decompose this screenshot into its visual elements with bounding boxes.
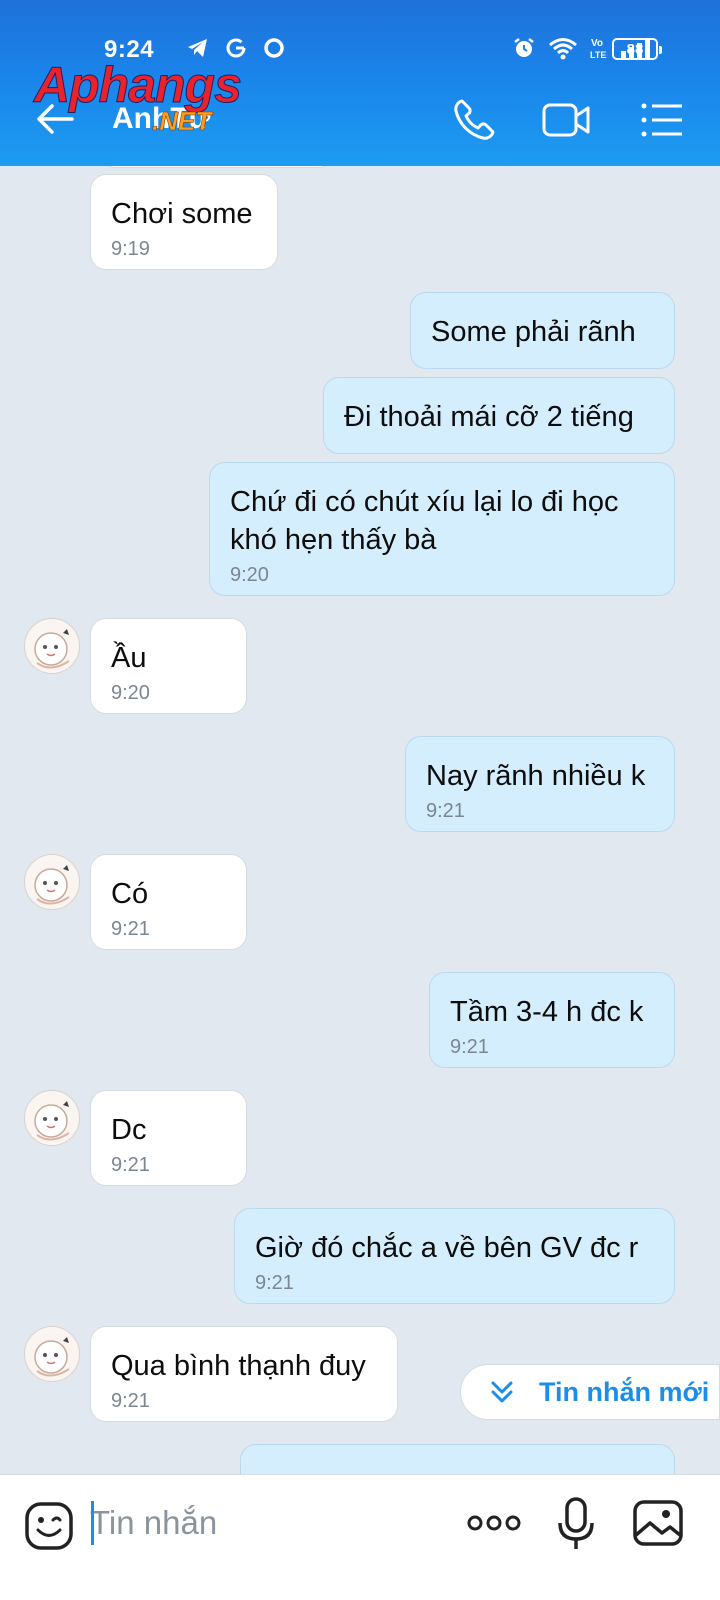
message-bubble-incoming[interactable]: Dc 9:21 bbox=[90, 1090, 247, 1186]
new-messages-button[interactable]: Tin nhắn mới bbox=[460, 1364, 720, 1420]
message-bubble-incoming[interactable]: Qua bình thạnh đuy 9:21 bbox=[90, 1326, 398, 1422]
message-bubble-partial bbox=[240, 1444, 675, 1474]
message-bubble-incoming[interactable]: Có 9:21 bbox=[90, 854, 247, 950]
message-text: Có bbox=[111, 878, 149, 910]
message-time: 9:20 bbox=[230, 564, 269, 586]
message-list[interactable]: Chơi some 9:19 Some phải rãnh Đi thoải m… bbox=[0, 166, 720, 1474]
message-bubble-outgoing[interactable]: Chứ đi có chút xíu lại lo đi học khó hẹn… bbox=[209, 462, 675, 596]
double-chevron-down-icon bbox=[491, 1381, 513, 1403]
message-bubble-incoming[interactable]: Ầu 9:20 bbox=[90, 618, 247, 714]
video-call-icon[interactable] bbox=[540, 94, 592, 146]
avatar-illustration-icon bbox=[34, 629, 70, 669]
message-time: 9:21 bbox=[255, 1272, 294, 1294]
menu-list-icon[interactable] bbox=[636, 94, 688, 146]
avatar[interactable] bbox=[24, 1090, 80, 1146]
avatar-illustration-icon bbox=[34, 865, 70, 905]
message-text: Dc bbox=[111, 1114, 147, 1146]
message-time: 9:21 bbox=[426, 800, 465, 822]
microphone-icon[interactable] bbox=[556, 1495, 596, 1553]
alarm-icon bbox=[514, 38, 534, 57]
more-options-icon[interactable] bbox=[466, 1503, 522, 1543]
watermark-logo-net: .NET bbox=[152, 106, 212, 137]
battery-level: 88 bbox=[626, 40, 644, 58]
message-time: 9:21 bbox=[111, 1154, 150, 1176]
message-text: Đi thoải mái cỡ 2 tiếng bbox=[344, 401, 634, 433]
image-gallery-icon[interactable] bbox=[632, 1499, 684, 1547]
message-time: 9:19 bbox=[111, 238, 150, 260]
message-input[interactable] bbox=[90, 1493, 430, 1553]
message-composer bbox=[0, 1474, 720, 1600]
message-text: Ầu bbox=[111, 642, 147, 674]
message-bubble-outgoing[interactable]: Nay rãnh nhiều k 9:21 bbox=[405, 736, 675, 832]
message-bubble-partial bbox=[104, 166, 330, 168]
message-text: Qua bình thạnh đuy bbox=[111, 1350, 366, 1382]
message-time: 9:21 bbox=[111, 918, 150, 940]
phone-call-icon[interactable] bbox=[448, 94, 500, 146]
avatar[interactable] bbox=[24, 1326, 80, 1382]
message-bubble-outgoing[interactable]: Some phải rãnh bbox=[410, 292, 675, 369]
avatar-illustration-icon bbox=[34, 1101, 70, 1141]
avatar[interactable] bbox=[24, 618, 80, 674]
message-time: 9:21 bbox=[111, 1390, 150, 1412]
message-bubble-incoming[interactable]: Chơi some 9:19 bbox=[90, 174, 278, 270]
message-bubble-outgoing[interactable]: Giờ đó chắc a về bên GV đc r 9:21 bbox=[234, 1208, 675, 1304]
avatar-illustration-icon bbox=[34, 1337, 70, 1377]
message-text: Chơi some bbox=[111, 198, 253, 230]
message-bubble-outgoing[interactable]: Tầm 3-4 h đc k 9:21 bbox=[429, 972, 675, 1068]
chat-header: 9:24 Vo LTE 88 AnhTư Aphangs .NET bbox=[0, 0, 720, 166]
avatar[interactable] bbox=[24, 854, 80, 910]
text-caret bbox=[91, 1501, 94, 1545]
message-text: Chứ đi có chút xíu lại lo đi học khó hẹn… bbox=[230, 486, 619, 556]
new-messages-label: Tin nhắn mới bbox=[539, 1376, 710, 1407]
svg-text:LTE: LTE bbox=[590, 50, 606, 60]
battery-icon: 88 bbox=[612, 38, 662, 60]
volte-icon: VoLTE bbox=[590, 38, 606, 60]
message-time: 9:21 bbox=[450, 1036, 489, 1058]
message-text: Nay rãnh nhiều k bbox=[426, 760, 646, 792]
message-text: Giờ đó chắc a về bên GV đc r bbox=[255, 1232, 639, 1264]
wifi-icon bbox=[549, 38, 577, 60]
message-bubble-outgoing[interactable]: Đi thoải mái cỡ 2 tiếng bbox=[323, 377, 675, 454]
message-time: 9:20 bbox=[111, 682, 150, 704]
circle-app-icon bbox=[264, 38, 284, 58]
message-text: Some phải rãnh bbox=[431, 316, 636, 348]
sticker-emoji-icon[interactable] bbox=[24, 1501, 74, 1551]
svg-text:Vo: Vo bbox=[591, 38, 603, 49]
message-text: Tầm 3-4 h đc k bbox=[450, 996, 644, 1028]
